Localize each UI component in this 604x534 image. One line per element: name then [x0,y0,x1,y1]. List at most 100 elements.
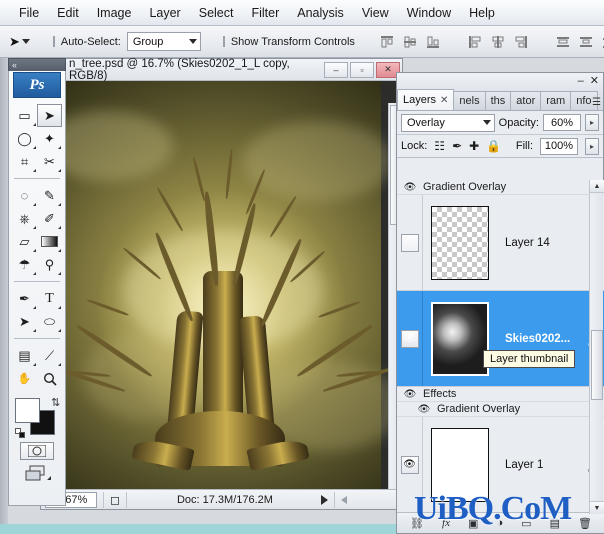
distribute-bottom-edges-icon[interactable] [599,32,604,52]
auto-select-scope-select[interactable]: Group [126,32,201,51]
eye-icon[interactable]: 👁 [411,404,437,415]
magic-wand-tool-icon[interactable]: ✦ [37,127,62,150]
clone-stamp-tool-icon[interactable]: ⎈ [12,207,37,230]
menu-item-view[interactable]: View [353,3,398,23]
layer-thumbnail[interactable] [431,301,489,376]
document-title-bar[interactable]: n_tree.psd @ 16.7% (Skies0202_1_L copy, … [41,58,402,82]
screen-mode-icon[interactable] [23,465,51,483]
healing-brush-tool-icon[interactable]: ◌ [12,184,37,207]
layer-list[interactable]: 👁 Gradient Overlay Layer 14 👁 Skies0202.… [397,180,604,514]
fill-stepper[interactable]: ▸ [585,137,599,155]
eye-icon[interactable]: 👁 [397,182,423,193]
gradient-tool-icon[interactable] [37,230,62,253]
hand-tool-icon[interactable]: ✋ [12,367,37,390]
effect-row-effects[interactable]: 👁 Effects [397,387,604,402]
tab-paths[interactable]: ths [484,91,512,110]
scroll-down-arrow-icon[interactable]: ▼ [590,501,604,514]
align-horizontal-centers-icon[interactable] [488,32,508,52]
menu-item-edit[interactable]: Edit [48,3,88,23]
align-vertical-centers-icon[interactable] [400,32,420,52]
document-preview-icon[interactable]: ◻ [110,493,120,507]
menu-item-layer[interactable]: Layer [140,3,189,23]
eraser-tool-icon[interactable]: ▱ [12,230,37,253]
double-chevron-left-icon[interactable]: « [12,60,17,70]
pen-tool-icon[interactable]: ✒ [12,287,37,310]
panel-title-bar[interactable]: – ✕ [397,73,603,89]
eye-icon[interactable]: 👁 [397,389,423,400]
menu-item-help[interactable]: Help [460,3,504,23]
swap-colors-icon[interactable]: ⇅ [51,396,60,409]
eyedropper-tool-icon[interactable]: ⟋ [37,344,62,367]
visibility-cell[interactable]: 👁 [397,291,423,386]
path-selection-tool-icon[interactable]: ➤ [12,310,37,333]
layer-name[interactable]: Layer 14 [497,195,581,290]
menu-item-select[interactable]: Select [190,3,243,23]
lock-position-icon[interactable]: ✚ [469,139,479,153]
visibility-toggle[interactable]: 👁 [400,455,419,474]
history-brush-tool-icon[interactable]: ✐ [37,207,62,230]
table-row[interactable]: 👁 Skies0202... fx [397,291,604,387]
dodge-tool-icon[interactable]: ⚲ [37,253,62,276]
foreground-color-swatch[interactable] [15,398,40,423]
quick-mask-mode-icon[interactable] [20,442,54,460]
scroll-up-arrow-icon[interactable]: ▲ [590,180,604,193]
align-bottom-edges-icon[interactable] [423,32,443,52]
chevron-down-icon[interactable] [21,39,30,44]
menu-item-file[interactable]: File [10,3,48,23]
opacity-input[interactable]: 60% [543,114,581,131]
status-arrow-icon[interactable] [320,494,328,505]
crop-tool-icon[interactable]: ⌗ [12,150,37,173]
scrollbar-thumb[interactable] [591,330,603,400]
close-icon[interactable]: ✕ [440,95,448,106]
marquee-tool-icon[interactable]: ▭ [12,104,37,127]
distribute-vertical-centers-icon[interactable] [576,32,596,52]
slice-tool-icon[interactable]: ✂ [37,150,62,173]
lasso-tool-icon[interactable]: ◯ [12,127,37,150]
maximize-button[interactable]: ▫ [350,61,374,78]
tab-channels[interactable]: nels [453,91,486,110]
delete-layer-icon[interactable]: 🗑 [578,517,592,530]
opacity-stepper[interactable]: ▸ [585,114,599,131]
menu-item-filter[interactable]: Filter [242,3,288,23]
show-transform-controls-checkbox[interactable] [222,36,225,47]
menu-item-analysis[interactable]: Analysis [288,3,353,23]
layer-thumbnail[interactable] [431,205,489,280]
distribute-top-edges-icon[interactable] [553,32,573,52]
layer-list-scrollbar[interactable]: ▲ ▼ [589,180,604,514]
canvas-area[interactable]: A F T O A R T . C O M [41,81,402,489]
effect-row-gradient-overlay[interactable]: 👁 Gradient Overlay [397,402,604,417]
toolbox-grip[interactable]: « [8,58,66,71]
align-right-edges-icon[interactable] [511,32,531,52]
zoom-tool-icon[interactable] [37,367,62,390]
close-icon[interactable]: ✕ [590,76,599,87]
notes-tool-icon[interactable]: ▤ [12,344,37,367]
visibility-cell[interactable] [397,195,423,290]
brush-tool-icon[interactable]: ✎ [37,184,62,207]
lock-transparent-pixels-icon[interactable]: ☷ [434,139,445,153]
type-tool-icon[interactable]: T [37,287,62,310]
layer-thumbnail-cell[interactable] [423,291,497,386]
effect-row-gradient-overlay-top[interactable]: 👁 Gradient Overlay [397,180,604,195]
tab-navigator[interactable]: ator [510,91,542,110]
table-row[interactable]: Layer 14 [397,195,604,291]
panel-menu-icon[interactable]: ☰ [592,97,601,108]
visibility-toggle[interactable]: 👁 [400,329,419,348]
menu-item-image[interactable]: Image [88,3,141,23]
blur-tool-icon[interactable]: ☂ [12,253,37,276]
tab-layers[interactable]: Layers ✕ [397,89,455,110]
visibility-toggle-hidden[interactable] [400,233,419,252]
minimize-icon[interactable]: – [578,76,584,87]
menu-item-window[interactable]: Window [398,3,460,23]
ellipse-shape-tool-icon[interactable]: ⬭ [37,310,62,333]
layer-thumbnail-cell[interactable] [423,195,497,290]
lock-all-icon[interactable]: 🔒 [486,139,501,153]
move-tool-icon[interactable]: ➤ [37,104,62,127]
blend-mode-select[interactable]: Overlay [401,113,495,132]
tab-histogram[interactable]: ram [540,91,572,110]
layer-name[interactable]: Skies0202... [497,291,581,386]
align-top-edges-icon[interactable] [377,32,397,52]
active-tool-preview[interactable]: ➤ [8,31,31,53]
default-colors-icon[interactable] [15,428,26,439]
lock-image-pixels-icon[interactable]: ✒ [452,139,462,153]
minimize-button[interactable]: – [324,61,348,78]
